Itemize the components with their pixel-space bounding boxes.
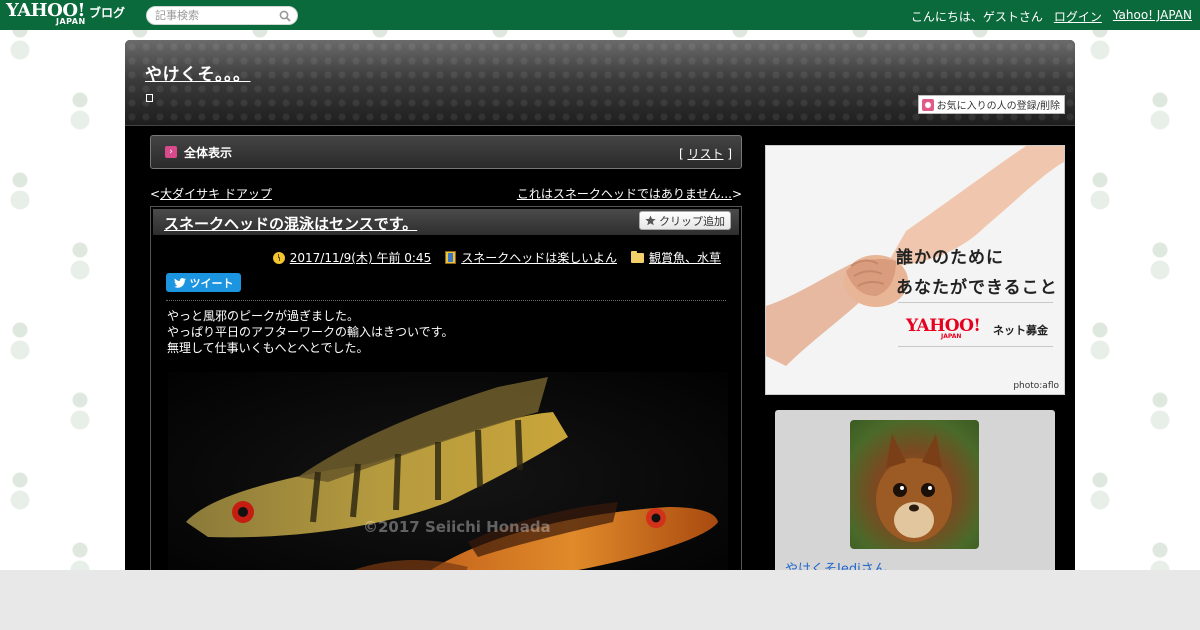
ad-headline-2: あなたができること [896, 278, 1058, 298]
prev-article: <大ダイサキ ドアップ [150, 185, 272, 202]
clip-button-label: クリップ追加 [659, 214, 725, 228]
clock-icon [272, 251, 285, 264]
meta-category: スネークヘッドは楽しいよん [445, 249, 617, 266]
avatar[interactable] [850, 420, 979, 549]
article-body: やっと風邪のピークが過ぎました。 やっぱり平日のアフターワークの輸入はきついです… [167, 308, 453, 356]
ad-sub-label: ネット募金 [993, 324, 1048, 337]
next-arrow: > [731, 187, 742, 201]
body-line: 無理して仕事いくもへとへとでした。 [167, 341, 369, 355]
star-icon [645, 215, 656, 226]
meta-date: 2017/11/9(木) 午前 0:45 [272, 249, 431, 266]
twitter-bird-icon [173, 277, 186, 288]
next-article: これはスネークヘッドではありません...> [517, 185, 742, 202]
yahoo-japan-link[interactable]: Yahoo! JAPAN [1113, 8, 1192, 25]
ad-divider-bottom [898, 346, 1053, 347]
yahoo-blog-logo[interactable]: YAHOO! JAPAN ブログ [6, 2, 125, 28]
folder-icon [630, 250, 644, 263]
search-input[interactable] [155, 9, 279, 22]
view-mode-title: 全体表示 [184, 145, 233, 160]
ad-headline-1: 誰かのために [896, 248, 1004, 268]
login-link[interactable]: ログイン [1054, 8, 1102, 25]
list-bracket-open: [ [678, 147, 684, 161]
book-icon [445, 251, 457, 264]
holding-hands-image [766, 146, 1064, 366]
search-icon[interactable] [279, 10, 291, 22]
favorite-icon [921, 98, 934, 111]
ad-photo-credit: photo:aflo [1013, 381, 1059, 391]
top-bar: YAHOO! JAPAN ブログ こんにちは、ゲストさん ログイン Yahoo!… [0, 0, 1200, 30]
ad-yahoo-logo-sub: JAPAN [941, 333, 962, 340]
article: スネークヘッドの混泳はセンスです。 クリップ追加 2017/11/9(木) 午前… [150, 206, 742, 570]
list-view-toggle: [ リスト ] [679, 145, 732, 162]
list-view-link[interactable]: リスト [687, 147, 723, 161]
body-line: やっぱり平日のアフターワークの輸入はきついです。 [167, 325, 454, 339]
profile-name-link[interactable]: やけくそJediさん [785, 558, 887, 570]
article-divider [166, 300, 726, 301]
article-navigation: <大ダイサキ ドアップ これはスネークヘッドではありません...> [150, 185, 742, 201]
article-title[interactable]: スネークヘッドの混泳はセンスです。 [164, 213, 417, 234]
article-header: スネークヘッドの混泳はセンスです。 クリップ追加 [153, 209, 739, 235]
blog-frame: やけくそ。。。 お気に入りの人の登録/削除 › 全体表示 [ リスト ] <大ダ… [125, 40, 1075, 570]
category-link[interactable]: スネークヘッドは楽しいよん [461, 249, 617, 266]
search-box[interactable] [146, 6, 298, 25]
profile-box: やけくそJediさん [775, 410, 1055, 570]
list-bracket-close: ] [727, 147, 732, 161]
tweet-button-label: ツイート [189, 276, 234, 290]
article-meta: 2017/11/9(木) 午前 0:45 スネークヘッドは楽しいよん 観賞魚、水… [272, 249, 721, 266]
meta-tag: 観賞魚、水草 [630, 249, 721, 266]
clip-add-button[interactable]: クリップ追加 [639, 211, 731, 230]
photo-watermark: ©2017 Seiichi Honada [363, 518, 551, 536]
ad-divider-top [898, 302, 1053, 303]
favorite-register-button[interactable]: お気に入りの人の登録/削除 [917, 95, 1065, 114]
view-mode-bar: › 全体表示 [ リスト ] [150, 135, 742, 169]
prev-arrow: < [150, 187, 161, 201]
top-right-links: こんにちは、ゲストさん ログイン Yahoo! JAPAN [911, 8, 1192, 25]
tweet-button[interactable]: ツイート [166, 273, 241, 292]
blog-header: やけくそ。。。 お気に入りの人の登録/削除 [125, 40, 1075, 126]
favorite-button-label: お気に入りの人の登録/削除 [936, 101, 1060, 112]
snakehead-fish-image [168, 372, 728, 570]
squirrel-avatar-image [876, 434, 952, 542]
body-line: やっと風邪のピークが過ぎました。 [167, 309, 360, 323]
greeting-text: こんにちは、ゲストさん [910, 10, 1043, 24]
chevron-right-icon: › [165, 146, 177, 158]
date-link[interactable]: 2017/11/9(木) 午前 0:45 [290, 249, 431, 266]
donation-ad-banner[interactable]: 誰かのために あなたができること YAHOO! JAPAN ネット募金 phot… [765, 145, 1065, 395]
article-photo[interactable]: ©2017 Seiichi Honada [168, 372, 728, 570]
blog-title[interactable]: やけくそ。。。 [145, 60, 251, 85]
page-footer-band [0, 570, 1200, 630]
prev-article-link[interactable]: 大ダイサキ ドアップ [160, 187, 272, 201]
logo-blog-label: ブログ [88, 6, 125, 20]
tag-link[interactable]: 観賞魚、水草 [649, 249, 721, 266]
logo-sub: JAPAN [56, 17, 86, 26]
blog-description-glyph [146, 94, 153, 102]
next-article-link[interactable]: これはスネークヘッドではありません... [517, 187, 732, 201]
